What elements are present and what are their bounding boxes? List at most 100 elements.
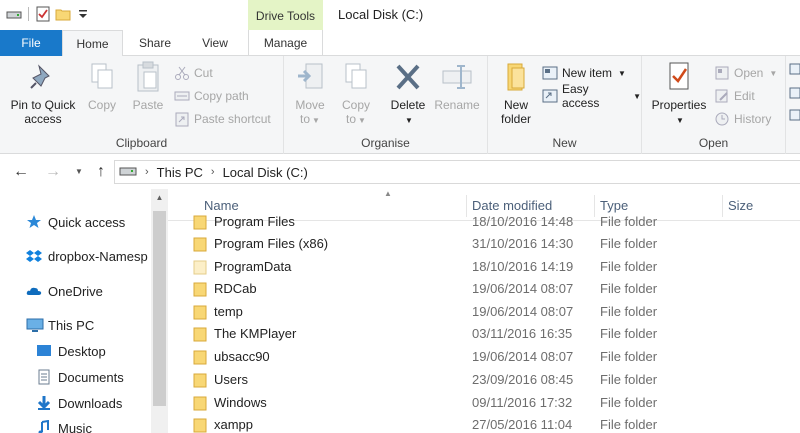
paste-button[interactable]: Paste [128,60,168,112]
folder-icon [193,372,207,388]
copy-to-dropdown-icon: ▼ [358,116,366,125]
copy-to-icon [340,60,372,94]
file-type: File folder [600,236,658,251]
cut-button[interactable]: Cut [174,64,213,82]
open-group: Properties ▼ Open ▼ Edit History Open [642,56,786,154]
scroll-up-arrow-icon[interactable]: ▲ [151,189,168,206]
table-row[interactable]: Program Files 18/10/2016 14:48 File fold… [168,211,800,233]
history-button[interactable]: History [714,110,771,128]
move-to-icon [294,60,326,94]
table-row[interactable]: Users 23/09/2016 08:45 File folder [168,369,800,391]
open-button[interactable]: Open ▼ [714,64,777,82]
edit-label: Edit [734,89,755,103]
file-name: Program Files [214,214,295,229]
edit-button[interactable]: Edit [714,87,755,105]
music-icon [36,419,52,433]
new-folder-button[interactable]: New folder [494,60,538,126]
copy-icon [86,60,118,94]
table-row[interactable]: ProgramData 18/10/2016 14:19 File folder [168,256,800,278]
paste-shortcut-icon [174,111,190,127]
rename-icon [441,60,473,94]
folder-icon [500,60,532,94]
table-row[interactable]: The KMPlayer 03/11/2016 16:35 File folde… [168,323,800,345]
breadcrumb-local-disk[interactable]: Local Disk (C:) [223,165,308,180]
nav-item-desktop[interactable]: Desktop [36,339,106,363]
file-name: ProgramData [214,259,292,274]
select-group-partial [788,62,800,125]
file-type: File folder [600,395,658,410]
tab-file[interactable]: File [0,30,62,56]
window-title: Local Disk (C:) [338,7,424,22]
up-arrow-icon[interactable]: ↑ [92,163,110,181]
copy-to-label-1: Copy [341,98,370,112]
history-label: History [734,112,772,126]
cloud-icon [26,283,42,299]
computer-icon [26,317,44,333]
back-arrow-icon[interactable]: ← [12,163,30,181]
hidden-folder-icon [193,259,207,275]
nav-scrollbar-thumb[interactable] [153,211,166,406]
easy-access-button[interactable]: Easy access ▼ [542,82,641,110]
move-to-label-1: Move [295,98,325,112]
breadcrumb-separator-icon[interactable]: › [145,166,149,178]
nav-item-label: Quick access [48,214,126,230]
folder-icon [193,395,207,411]
paste-shortcut-button[interactable]: Paste shortcut [174,110,271,128]
copy-path-button[interactable]: Copy path [174,87,249,105]
new-item-button[interactable]: New item ▼ [542,64,626,82]
ribbon: Pin to Quick access Copy Paste Cut Copy … [0,56,800,154]
table-row[interactable]: RDCab 19/06/2014 08:07 File folder [168,278,800,300]
nav-item-documents[interactable]: Documents [36,365,124,389]
breadcrumb-this-pc[interactable]: This PC [157,165,203,180]
forward-arrow-icon[interactable]: → [44,163,62,181]
table-row[interactable]: ubsacc90 19/06/2014 08:07 File folder [168,346,800,368]
file-name: xampp [214,417,254,432]
customize-qat-icon[interactable] [75,6,91,22]
new-folder-icon[interactable] [55,6,71,22]
properties-icon [663,60,695,94]
organise-group-label: Organise [361,136,410,150]
nav-item-quick-access[interactable]: Quick access [26,210,125,234]
open-group-label: Open [698,136,729,150]
tab-share[interactable]: Share [126,30,184,56]
delete-button[interactable]: Delete ▼ [386,60,430,128]
new-folder-label-2: folder [500,112,532,126]
properties-button[interactable]: Properties ▼ [648,60,710,128]
nav-item-this-pc[interactable]: This PC [26,313,94,337]
copy-button[interactable]: Copy [84,60,120,112]
table-row[interactable]: Windows 09/11/2016 17:32 File folder [168,392,800,414]
tab-home[interactable]: Home [62,30,123,57]
nav-item-onedrive[interactable]: OneDrive [26,279,103,303]
nav-item-label: OneDrive [48,283,103,299]
breadcrumb-separator-icon[interactable]: › [211,166,215,178]
folder-icon [193,326,207,342]
rename-button[interactable]: Rename [432,60,482,112]
table-row[interactable]: temp 19/06/2014 08:07 File folder [168,301,800,323]
folder-icon [193,349,207,365]
copy-to-button[interactable]: Copy to ▼ [336,60,376,128]
file-date: 23/09/2016 08:45 [472,372,574,387]
tab-manage[interactable]: Manage [248,30,323,56]
recent-locations-chevron-icon[interactable]: ▼ [70,163,88,181]
delete-x-icon [392,60,424,94]
nav-item-label: Downloads [58,395,123,411]
table-row[interactable]: xampp 27/05/2016 11:04 File folder [168,414,800,433]
drive-icon[interactable] [6,6,22,22]
nav-item-music[interactable]: Music [36,416,92,433]
file-name: The KMPlayer [214,326,297,341]
properties-check-icon[interactable] [35,6,51,22]
address-bar[interactable]: › This PC › Local Disk (C:) [114,160,800,184]
nav-item-downloads[interactable]: Downloads [36,391,122,415]
pin-to-quick-access-button[interactable]: Pin to Quick access [6,60,80,126]
move-to-button[interactable]: Move to ▼ [290,60,330,128]
new-item-label: New item [562,66,613,80]
pin-label-2: access [24,112,62,126]
table-row[interactable]: Program Files (x86) 31/10/2016 14:30 Fil… [168,233,800,255]
tab-view[interactable]: View [186,30,244,56]
file-date: 19/06/2014 08:07 [472,349,574,364]
nav-item-dropbox[interactable]: dropbox-Namesp [26,244,148,268]
file-type: File folder [600,326,658,341]
history-icon [714,111,730,127]
nav-item-label: Music [58,420,92,433]
new-item-icon [542,65,558,81]
